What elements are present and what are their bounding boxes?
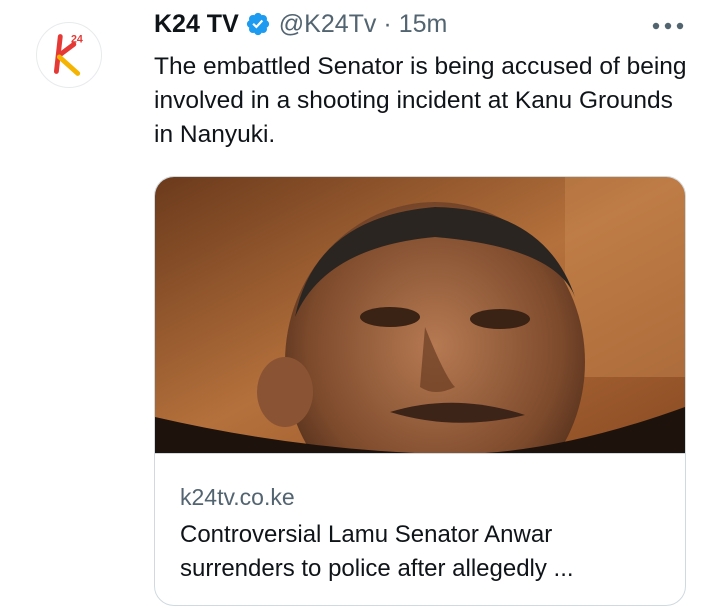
tweet-header: K24 TV @K24Tv · 15m (154, 6, 447, 42)
avatar[interactable]: 24 (36, 22, 102, 88)
card-image[interactable] (155, 177, 685, 454)
link-card[interactable]: k24tv.co.ke Controversial Lamu Senator A… (154, 176, 686, 606)
tweet-text: The embattled Senator is being accused o… (154, 53, 687, 148)
timestamp[interactable]: 15m (399, 10, 448, 39)
verified-badge-icon (245, 11, 271, 37)
card-meta: k24tv.co.ke Controversial Lamu Senator A… (180, 482, 665, 586)
logo-superscript: 24 (71, 33, 83, 45)
card-domain: k24tv.co.ke (180, 484, 295, 510)
card-title[interactable]: Controversial Lamu Senator Anwar surrend… (180, 518, 665, 586)
display-name[interactable]: K24 TV (154, 10, 239, 39)
separator-dot: · (383, 9, 392, 38)
more-horizontal-icon[interactable] (648, 12, 688, 40)
k24-logo-icon: 24 (53, 33, 83, 76)
handle[interactable]: @K24Tv (279, 10, 377, 39)
